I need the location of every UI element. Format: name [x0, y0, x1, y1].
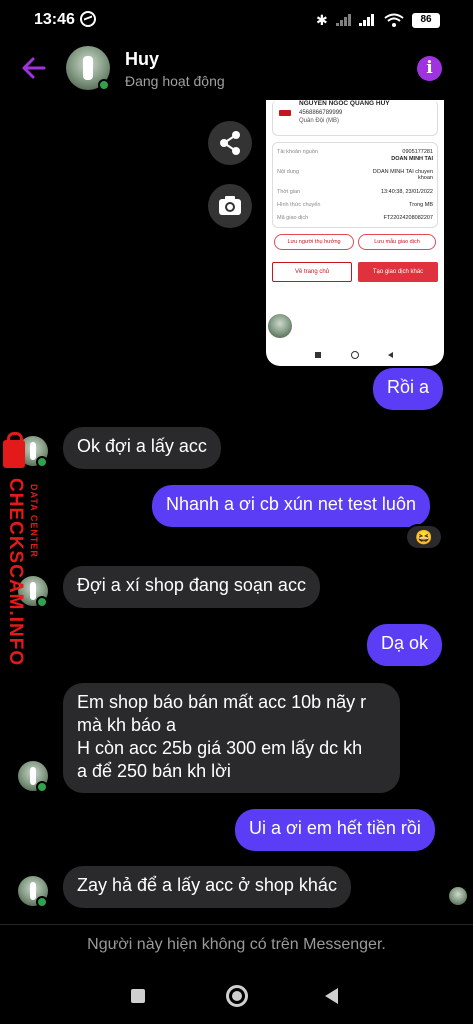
bluetooth-icon: ✱ [316, 12, 328, 28]
bank-logo [279, 110, 291, 116]
unavailable-notice: Người này hiện không có trên Messenger. [87, 936, 386, 953]
save-recipient-pill: Lưu người thụ hưởng [274, 234, 354, 250]
share-icon [220, 131, 240, 155]
read-receipt-avatar [449, 887, 467, 905]
online-indicator [36, 456, 48, 468]
status-time: 13:46 [34, 11, 75, 28]
triangle-icon [388, 352, 393, 358]
image-nav-bar [266, 346, 444, 366]
battery-icon: 86 [412, 13, 440, 28]
message-outgoing[interactable]: Nhanh a ơi cb xún net test luôn [152, 485, 430, 527]
wifi-icon [384, 13, 404, 27]
message-outgoing[interactable]: Rồi a [373, 368, 444, 410]
online-indicator [36, 896, 48, 908]
online-indicator [36, 596, 48, 608]
detail-label: Hình thức chuyển [277, 202, 321, 208]
detail-value: 0905177281 [402, 149, 433, 155]
status-bar: 13:46 ✱ 86 [0, 0, 473, 40]
online-indicator [98, 79, 110, 91]
save-template-pill: Lưu mẫu giao dịch [358, 234, 436, 250]
detail-value: 13:40:38, 23/01/2022 [381, 189, 433, 195]
home-button-image: Về trang chủ [272, 262, 352, 282]
info-icon[interactable]: i [417, 56, 442, 81]
detail-value: FT22024208082207 [383, 215, 433, 221]
detail-label: Mã giao dịch [277, 215, 309, 221]
android-nav-bar [0, 964, 473, 1024]
new-transaction-button-image: Tạo giao dịch khác [358, 262, 438, 282]
detail-label: Tài khoản nguồn [277, 149, 318, 155]
message-incoming[interactable]: Đợi a xí shop đang soạn acc [63, 566, 320, 608]
shared-image[interactable]: NGUYEN NGOC QUANG HUY 4568866789999 Quân… [266, 100, 444, 366]
message-outgoing[interactable]: Ui a ơi em hết tiền rồi [235, 809, 435, 851]
circle-icon [351, 351, 359, 359]
share-button[interactable] [208, 121, 252, 165]
recipient-name: NGUYEN NGOC QUANG HUY [299, 100, 390, 107]
recipient-card: NGUYEN NGOC QUANG HUY 4568866789999 Quân… [272, 100, 438, 136]
reaction-badge[interactable]: 😆 [405, 524, 443, 550]
signal-icon [336, 14, 354, 26]
back-arrow-icon[interactable] [20, 54, 48, 82]
recipient-account: 4568866789999 [299, 110, 343, 116]
detail-label: Nội dung [277, 169, 300, 175]
back-icon[interactable] [325, 988, 338, 1004]
detail-label: Thời gian [277, 189, 301, 195]
watermark-subtext: DATA CENTER [29, 484, 39, 558]
signal-icon [359, 14, 377, 26]
message-outgoing[interactable]: Dạ ok [367, 624, 443, 666]
recipient-bank: Quân Đội (MB) [299, 118, 340, 124]
home-icon[interactable] [226, 985, 248, 1007]
contact-status: Đang hoạt động [125, 73, 225, 89]
detail-value: Trong MB [409, 202, 433, 208]
online-indicator [36, 781, 48, 793]
contact-name[interactable]: Huy [125, 49, 159, 70]
chat-header: Huy Đang hoạt động i [0, 40, 473, 98]
message-incoming[interactable]: Zay hả để a lấy acc ở shop khác [63, 866, 351, 908]
footer-divider [0, 924, 473, 925]
detail-value: DOAN MINH TAI [391, 156, 433, 162]
messenger-icon [80, 11, 96, 27]
save-image-button[interactable] [208, 184, 252, 228]
message-incoming[interactable]: Ok đợi a lấy acc [63, 427, 221, 469]
sender-avatar [268, 314, 292, 338]
square-icon [315, 352, 321, 358]
lock-icon [3, 432, 25, 468]
watermark-text: CHECKSCAM.INFO [5, 478, 26, 667]
recents-icon[interactable] [131, 989, 145, 1003]
detail-value: DOAN MINH TAI chuyen khoan [372, 169, 433, 181]
camera-icon [219, 196, 241, 215]
transaction-details: Tài khoản nguồn 0905177281 DOAN MINH TAI… [272, 142, 438, 228]
message-incoming[interactable]: Em shop báo bán mất acc 10b nãy r mà kh … [63, 683, 400, 793]
